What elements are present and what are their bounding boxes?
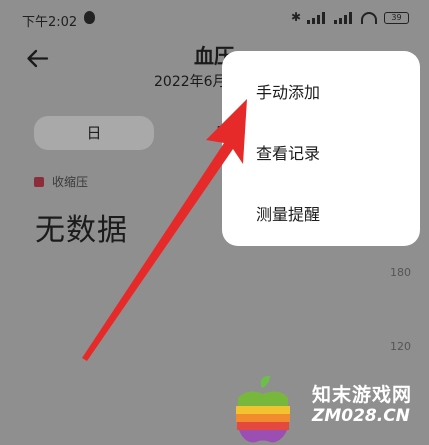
menu-item-view-records[interactable]: 查看记录 xyxy=(256,140,320,164)
bluetooth-icon: ✱ xyxy=(291,10,302,24)
menu-item-measure-reminder[interactable]: 测量提醒 xyxy=(256,201,320,225)
legend-label-systolic: 收缩压 xyxy=(52,175,89,189)
tab-day[interactable]: 日 xyxy=(34,116,154,150)
signal-icon xyxy=(307,11,327,24)
date-label: 2022年6月 xyxy=(154,74,227,90)
watermark-title: 知末游戏网 xyxy=(312,384,413,406)
chart-legend: 收缩压 xyxy=(34,173,88,190)
status-bar: 下午2:02 ✱ 39 xyxy=(0,0,429,36)
overflow-menu: 手动添加 查看记录 测量提醒 xyxy=(222,51,420,246)
empty-state-text: 无数据 xyxy=(35,213,128,248)
battery-icon: 39 xyxy=(384,11,409,24)
watermark-domain: ZM028.CN xyxy=(312,406,410,426)
y-axis-tick-120: 120 xyxy=(390,340,411,353)
back-arrow-icon[interactable] xyxy=(25,46,50,71)
qq-icon xyxy=(84,11,95,24)
y-axis-tick-180: 180 xyxy=(390,266,411,279)
status-icons: ✱ 39 xyxy=(291,11,409,24)
menu-item-manual-add[interactable]: 手动添加 xyxy=(256,79,320,103)
signal-icon-2 xyxy=(334,11,354,24)
wifi-icon xyxy=(361,11,377,24)
blood-pressure-page: 下午2:02 ✱ 39 血压 2022年6月 日 周 收缩压 无数据 180 1… xyxy=(0,0,429,445)
legend-swatch-systolic xyxy=(34,176,44,187)
apple-logo-icon xyxy=(236,375,290,443)
watermark: 知末游戏网 ZM028.CN xyxy=(228,366,428,445)
status-time: 下午2:02 xyxy=(22,15,78,30)
